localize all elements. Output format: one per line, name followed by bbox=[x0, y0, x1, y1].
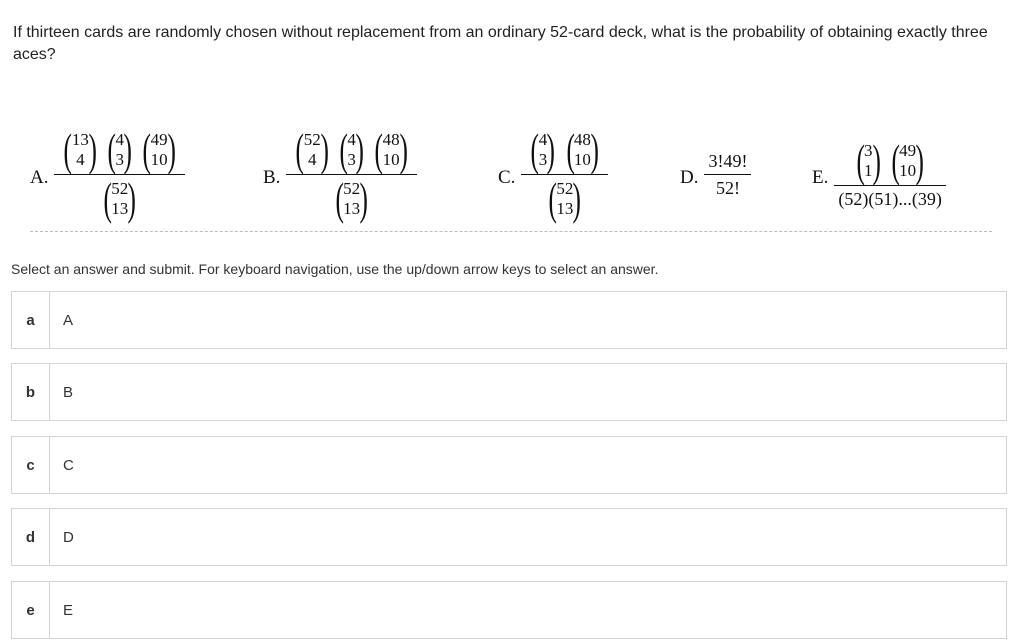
formula-b: B. (52 4) (4 3) (48 10) (52 13) bbox=[263, 115, 417, 233]
binomial: (52 4) bbox=[295, 123, 329, 175]
binomial: (52 13) bbox=[548, 172, 582, 224]
option-key: b bbox=[12, 364, 50, 420]
formula-letter: C. bbox=[498, 167, 516, 188]
option-d[interactable]: d D bbox=[11, 508, 1007, 566]
option-key: c bbox=[12, 437, 50, 493]
option-label: C bbox=[63, 456, 74, 474]
option-key: a bbox=[12, 292, 50, 348]
answer-formulas: A. (13 4) (4 3) (49 10) (52 13) B. (52 4) (4 3… bbox=[30, 115, 992, 235]
option-key: e bbox=[12, 582, 50, 638]
option-label: B bbox=[63, 383, 74, 401]
instructions-text: Select an answer and submit. For keyboar… bbox=[11, 261, 659, 277]
binomial: (48 10) bbox=[374, 123, 408, 175]
divider bbox=[30, 231, 992, 232]
binomial: (49 10) bbox=[142, 123, 176, 175]
option-label: E bbox=[63, 601, 74, 619]
formula-letter: A. bbox=[30, 167, 49, 188]
option-key: d bbox=[12, 509, 50, 565]
option-label: A bbox=[63, 311, 74, 329]
binomial: (48 10) bbox=[566, 123, 599, 175]
option-a[interactable]: a A bbox=[11, 291, 1007, 349]
formula-e: E. (3 1) (49 10) (52)(51)...(39) bbox=[812, 115, 946, 233]
question-text: If thirteen cards are randomly chosen wi… bbox=[13, 24, 988, 63]
fraction: (4 3) (48 10) (52 13) bbox=[521, 123, 609, 224]
binomial: (4 3) bbox=[530, 123, 556, 175]
option-b[interactable]: b B bbox=[11, 363, 1007, 421]
formula-letter: B. bbox=[263, 167, 281, 188]
formula-a: A. (13 4) (4 3) (49 10) (52 13) bbox=[30, 115, 185, 233]
binomial: (3 1) bbox=[856, 134, 881, 186]
formula-letter: D. bbox=[680, 167, 699, 188]
fraction: (13 4) (4 3) (49 10) (52 13) bbox=[54, 123, 185, 224]
formula-c: C. (4 3) (48 10) (52 13) bbox=[498, 115, 609, 233]
binomial: (13 4) bbox=[63, 123, 97, 175]
binomial: (52 13) bbox=[103, 172, 137, 224]
option-c[interactable]: c C bbox=[11, 436, 1007, 494]
option-e[interactable]: e E bbox=[11, 581, 1007, 639]
denominator-text: 52! bbox=[715, 177, 740, 198]
fraction: 3!49! 52! bbox=[704, 149, 752, 200]
binomial: (4 3) bbox=[107, 123, 132, 175]
option-label: D bbox=[63, 528, 74, 546]
binomial: (49 10) bbox=[891, 134, 925, 186]
denominator-text: (52)(51)...(39) bbox=[838, 188, 942, 209]
fraction: (52 4) (4 3) (48 10) (52 13) bbox=[286, 123, 417, 224]
formula-d: D. 3!49! 52! bbox=[680, 115, 752, 233]
binomial: (52 13) bbox=[335, 172, 369, 224]
numerator-text: 3!49! bbox=[708, 150, 748, 171]
fraction: (3 1) (49 10) (52)(51)...(39) bbox=[834, 134, 946, 211]
binomial: (4 3) bbox=[339, 123, 364, 175]
formula-letter: E. bbox=[812, 167, 829, 188]
